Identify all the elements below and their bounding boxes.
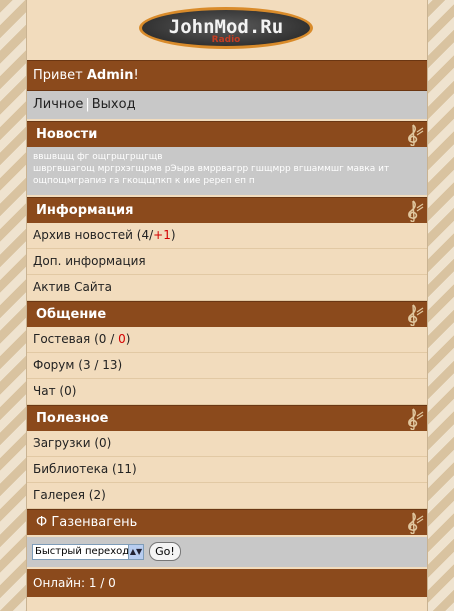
treble-clef-icon <box>408 512 424 534</box>
quick-nav-select[interactable]: Быстрый переход ▲▼ <box>32 544 144 560</box>
section-header-news: Новости <box>27 121 427 147</box>
menu-separator: | <box>85 97 90 112</box>
extra-info-link[interactable]: Доп. информация <box>27 249 427 275</box>
user-menu: Личное | Выход <box>27 91 427 121</box>
archive-label: Архив новостей (4/ <box>33 228 154 242</box>
greeting-bar: Привет Admin! <box>27 60 427 91</box>
profile-link[interactable]: Личное <box>33 97 83 112</box>
news-line-3: ощпощмграпиэ га гкощщпкп к иие ререп еп … <box>33 176 255 186</box>
archive-news-link[interactable]: Архив новостей (4/+1) <box>27 223 427 249</box>
section-title-social: Общение <box>36 307 107 322</box>
site-logo[interactable]: JohnMod.Ru Radio <box>139 7 313 49</box>
archive-end: ) <box>170 228 176 242</box>
quick-nav-form: Быстрый переход ▲▼ Go! <box>27 535 427 567</box>
logout-link[interactable]: Выход <box>92 97 136 112</box>
site-active-link[interactable]: Актив Сайта <box>27 275 427 301</box>
logo-subtitle: Radio <box>211 35 241 45</box>
treble-clef-icon <box>408 408 424 430</box>
news-line-2: швргвшагощ мргрхэгщрмв рЭырв вмррвагрр г… <box>33 164 390 174</box>
section-header-social: Общение <box>27 301 427 327</box>
news-line-1[interactable]: ввшвщщ фг ощгрщгрщгщв <box>33 151 421 163</box>
guestbook-label: Гостевая (0 / <box>33 332 119 346</box>
guestbook-end: ) <box>125 332 131 346</box>
news-content: ввшвщщ фг ощгрщгрщгщв швргвшагощ мргрхэг… <box>27 147 427 197</box>
treble-clef-icon <box>408 304 424 326</box>
header: JohnMod.Ru Radio <box>27 0 427 60</box>
section-header-footer: Ф Газенвагень <box>27 509 427 535</box>
greeting-prefix: Привет <box>33 68 87 83</box>
page-container: JohnMod.Ru Radio Привет Admin! Личное | Вы… <box>27 0 427 611</box>
forum-link[interactable]: Форум (3 / 13) <box>27 353 427 379</box>
downloads-link[interactable]: Загрузки (0) <box>27 431 427 457</box>
greeting-suffix: ! <box>133 68 139 83</box>
dropdown-arrow-icon[interactable]: ▲▼ <box>128 545 143 559</box>
section-title-info: Информация <box>36 203 134 218</box>
treble-clef-icon <box>408 124 424 146</box>
section-title-news: Новости <box>36 127 98 142</box>
online-counter[interactable]: Онлайн: 1 / 0 <box>27 569 427 597</box>
footer-section-title[interactable]: Ф Газенвагень <box>36 515 137 530</box>
treble-clef-icon <box>408 200 424 222</box>
go-button[interactable]: Go! <box>149 542 181 561</box>
gallery-link[interactable]: Галерея (2) <box>27 483 427 509</box>
archive-new-count: +1 <box>153 228 171 242</box>
chat-link[interactable]: Чат (0) <box>27 379 427 405</box>
guestbook-link[interactable]: Гостевая (0 / 0) <box>27 327 427 353</box>
quick-nav-selected: Быстрый переход <box>35 546 130 557</box>
section-header-useful: Полезное <box>27 405 427 431</box>
greeting-username: Admin <box>86 68 134 83</box>
guestbook-new-count: 0 <box>118 332 126 346</box>
library-link[interactable]: Библиотека (11) <box>27 457 427 483</box>
section-title-useful: Полезное <box>36 411 109 426</box>
section-header-info: Информация <box>27 197 427 223</box>
